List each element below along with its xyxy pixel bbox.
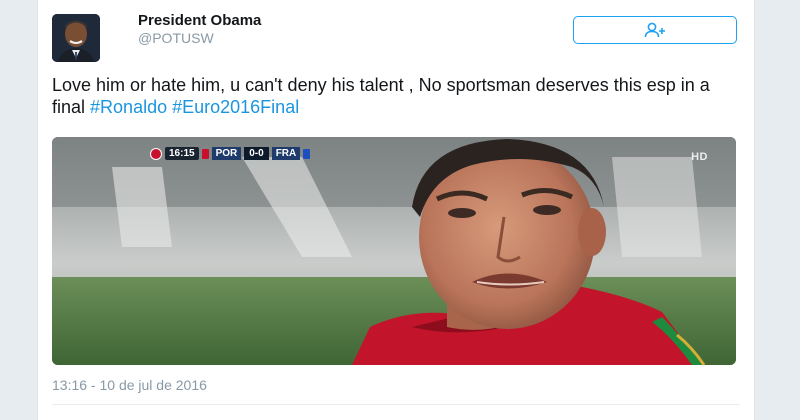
match-score: 0-0 [244, 147, 269, 160]
avatar[interactable] [52, 14, 100, 62]
tweet-text: Love him or hate him, u can't deny his t… [52, 74, 732, 118]
away-team: FRA [271, 147, 301, 160]
hashtag-ronaldo[interactable]: #Ronaldo [90, 97, 167, 117]
broadcaster-logo: HD [691, 151, 708, 163]
user-handle[interactable]: @POTUSW [138, 30, 214, 46]
tweet-photo[interactable]: 16:15 POR 0-0 FRA HD [52, 137, 736, 365]
follow-button[interactable] [573, 16, 737, 44]
away-flag-icon [303, 148, 311, 159]
tweet-timestamp[interactable]: 13:16 - 10 de jul de 2016 [52, 377, 207, 393]
scorebug: 16:15 POR 0-0 FRA [150, 146, 311, 161]
photo-ronaldo-crying [52, 137, 736, 365]
display-name[interactable]: President Obama [138, 12, 261, 29]
home-team: POR [211, 147, 242, 160]
divider [52, 404, 740, 405]
home-flag-icon [201, 148, 209, 159]
avatar-image [52, 14, 100, 62]
follow-user-plus-icon [644, 22, 665, 38]
match-clock: 16:15 [165, 147, 199, 160]
tweet-card: President Obama @POTUSW Love him or hate… [37, 0, 755, 420]
hashtag-euro2016final[interactable]: #Euro2016Final [172, 97, 299, 117]
euro-logo-icon [150, 147, 162, 160]
